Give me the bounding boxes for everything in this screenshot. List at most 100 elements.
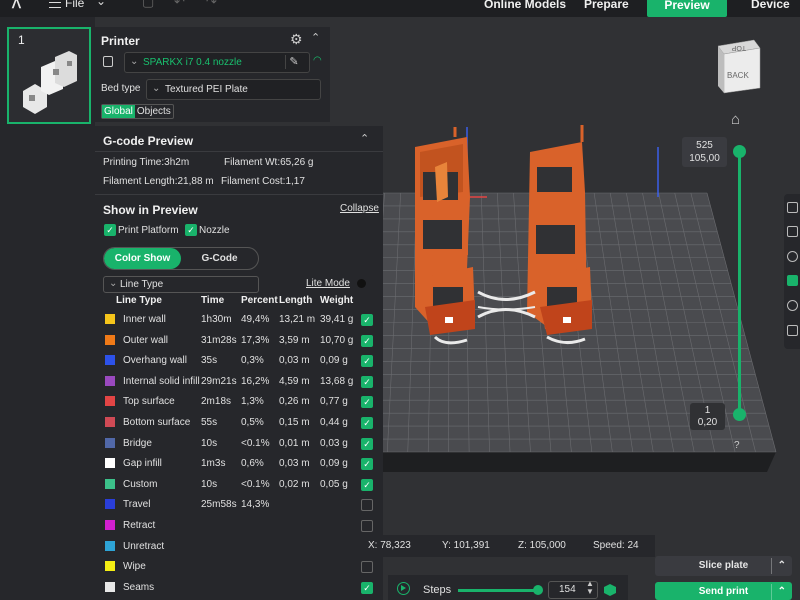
line-type-visibility-checkbox[interactable]: ✓ — [361, 355, 373, 368]
nozzle-label: Nozzle — [199, 225, 230, 236]
print-platform-checkbox[interactable]: ✓ — [104, 224, 116, 236]
gear-icon[interactable]: ⚙ — [290, 31, 303, 48]
collapse-icon[interactable]: ⌃ — [360, 132, 369, 145]
color-swatch — [105, 417, 115, 427]
divider — [95, 194, 383, 195]
line-type-visibility-checkbox[interactable]: ✓ — [361, 458, 373, 471]
save-icon[interactable]: ▢ — [142, 0, 154, 10]
layer-slider-track[interactable] — [738, 152, 741, 414]
line-type-visibility-checkbox[interactable]: ✓ — [361, 478, 373, 491]
chevron-up-icon[interactable]: ⌃ — [778, 582, 786, 600]
top-bar: ᐱ File ⌄ ▢ ↶ ↷ Online Models Prepare Pre… — [0, 0, 800, 17]
line-type-visibility-checkbox[interactable]: ✓ — [361, 437, 373, 450]
bed-type-select[interactable]: ⌄ Textured PEI Plate — [146, 79, 321, 100]
send-print-button[interactable]: Send print ⌃ — [655, 582, 792, 600]
line-type-row: Seams ✓ — [95, 578, 383, 598]
plate-thumbnail[interactable]: 1 — [7, 27, 91, 124]
line-type-row: Wipe — [95, 557, 383, 577]
edit-icon[interactable]: ✎ — [285, 55, 302, 69]
color-swatch — [105, 314, 115, 324]
color-swatch — [105, 581, 115, 592]
line-type-visibility-checkbox[interactable]: ✓ — [361, 314, 373, 326]
col-header-length: Length — [279, 295, 313, 306]
color-show-button[interactable]: Color Show — [104, 248, 181, 269]
tab-global[interactable]: Global — [102, 105, 135, 118]
line-type-visibility-checkbox[interactable] — [361, 561, 373, 574]
collapse-icon[interactable]: ⌃ — [311, 31, 320, 44]
grid-icon[interactable] — [787, 226, 798, 237]
layer-slider-top-handle[interactable] — [733, 145, 746, 158]
line-type-row: Bottom surface 55s 0,5% 0,15 m 0,44 g ✓ — [95, 413, 383, 433]
object-list-icon[interactable] — [787, 325, 798, 336]
color-swatch — [105, 478, 115, 489]
chart-icon[interactable] — [787, 275, 798, 286]
line-type-visibility-checkbox[interactable] — [361, 499, 373, 512]
steps-slider-track[interactable] — [458, 589, 538, 592]
tab-online-models[interactable]: Online Models — [484, 0, 566, 11]
view-cube[interactable]: TOP BACK — [716, 38, 762, 94]
help-icon[interactable]: ? — [734, 440, 740, 451]
line-type-weight: 10,70 g — [320, 334, 354, 346]
tab-device[interactable]: Device — [751, 0, 790, 11]
line-type-time: 2m18s — [201, 396, 232, 408]
color-swatch — [105, 540, 115, 551]
line-type-percent: 1,3% — [241, 396, 264, 408]
file-menu-label: File — [65, 0, 85, 10]
home-icon[interactable]: ⌂ — [731, 111, 740, 128]
line-type-row: Overhang wall 35s 0,3% 0,03 m 0,09 g ✓ — [95, 351, 383, 371]
wifi-icon[interactable]: ◠ — [313, 55, 322, 66]
line-type-name: Custom — [123, 478, 158, 490]
line-type-row: Internal solid infill 29m21s 16,2% 4,59 m 13… — [95, 372, 383, 392]
color-swatch — [105, 499, 115, 510]
lite-mode-toggle[interactable] — [357, 279, 366, 288]
target-icon[interactable] — [787, 300, 798, 311]
line-type-weight: 0,44 g — [320, 417, 348, 428]
tab-objects[interactable]: Objects — [135, 105, 173, 118]
chevron-down-icon[interactable]: ⌄ — [96, 0, 106, 8]
stepper-arrows-icon[interactable]: ▲ ▼ — [586, 580, 594, 596]
line-type-visibility-checkbox[interactable] — [361, 520, 373, 532]
line-type-name: Overhang wall — [123, 355, 187, 367]
line-type-length: 4,59 m — [279, 375, 310, 387]
undo-icon[interactable]: ↶ — [174, 0, 185, 10]
line-type-weight: 0,05 g — [320, 478, 348, 490]
line-type-length: 0,03 m — [279, 355, 310, 367]
divider — [95, 151, 383, 152]
plate-number: 1 — [18, 33, 25, 47]
layout-icon[interactable] — [787, 202, 798, 213]
collapse-link[interactable]: Collapse — [340, 203, 379, 214]
steps-slider-handle[interactable] — [533, 585, 543, 595]
file-menu[interactable]: File — [49, 0, 84, 10]
layer-slider-bottom-handle[interactable] — [733, 408, 746, 421]
line-type-select[interactable]: ⌄ Line Type — [103, 276, 259, 293]
tab-prepare[interactable]: Prepare — [584, 0, 629, 11]
lite-mode-label[interactable]: Lite Mode — [306, 278, 350, 289]
play-icon[interactable] — [397, 582, 410, 595]
print-platform-label: Print Platform — [118, 225, 179, 236]
view-mode-toggle: Color Show G-Code — [103, 247, 259, 270]
nozzle-checkbox[interactable]: ✓ — [185, 224, 197, 236]
tab-preview[interactable]: Preview — [647, 0, 727, 17]
color-swatch — [105, 396, 115, 407]
speed-gauge-icon[interactable] — [787, 251, 798, 262]
printer-select[interactable]: ⌄ SPARKX i7 0.4 nozzle — [124, 52, 310, 73]
color-swatch — [105, 355, 115, 366]
line-type-visibility-checkbox[interactable]: ✓ — [361, 396, 373, 409]
line-type-time: 25m58s — [201, 499, 237, 511]
line-type-visibility-checkbox[interactable]: ✓ — [361, 581, 373, 594]
line-type-time: 31m28s — [201, 334, 237, 346]
line-type-visibility-checkbox[interactable]: ✓ — [361, 417, 373, 429]
layer-icon[interactable] — [604, 584, 616, 596]
redo-icon[interactable]: ↷ — [206, 0, 217, 10]
line-type-percent: <0.1% — [241, 478, 270, 490]
line-type-visibility-checkbox[interactable]: ✓ — [361, 375, 373, 388]
chevron-up-icon[interactable]: ⌃ — [778, 556, 786, 576]
printer-panel: Printer ⚙ ⌃ ⌄ SPARKX i7 0.4 nozzle ✎ ◠ B… — [95, 27, 330, 122]
gcode-button[interactable]: G-Code — [181, 248, 258, 269]
line-type-name: Seams — [123, 581, 155, 593]
bottom-layer-height: 0,20 — [697, 417, 718, 428]
line-type-visibility-checkbox[interactable]: ✓ — [361, 334, 373, 347]
filament-weight: Filament Wt:65,26 g — [224, 157, 314, 168]
line-type-time: 1h30m — [201, 314, 232, 325]
slice-plate-button[interactable]: Slice plate ⌃ — [655, 556, 792, 576]
